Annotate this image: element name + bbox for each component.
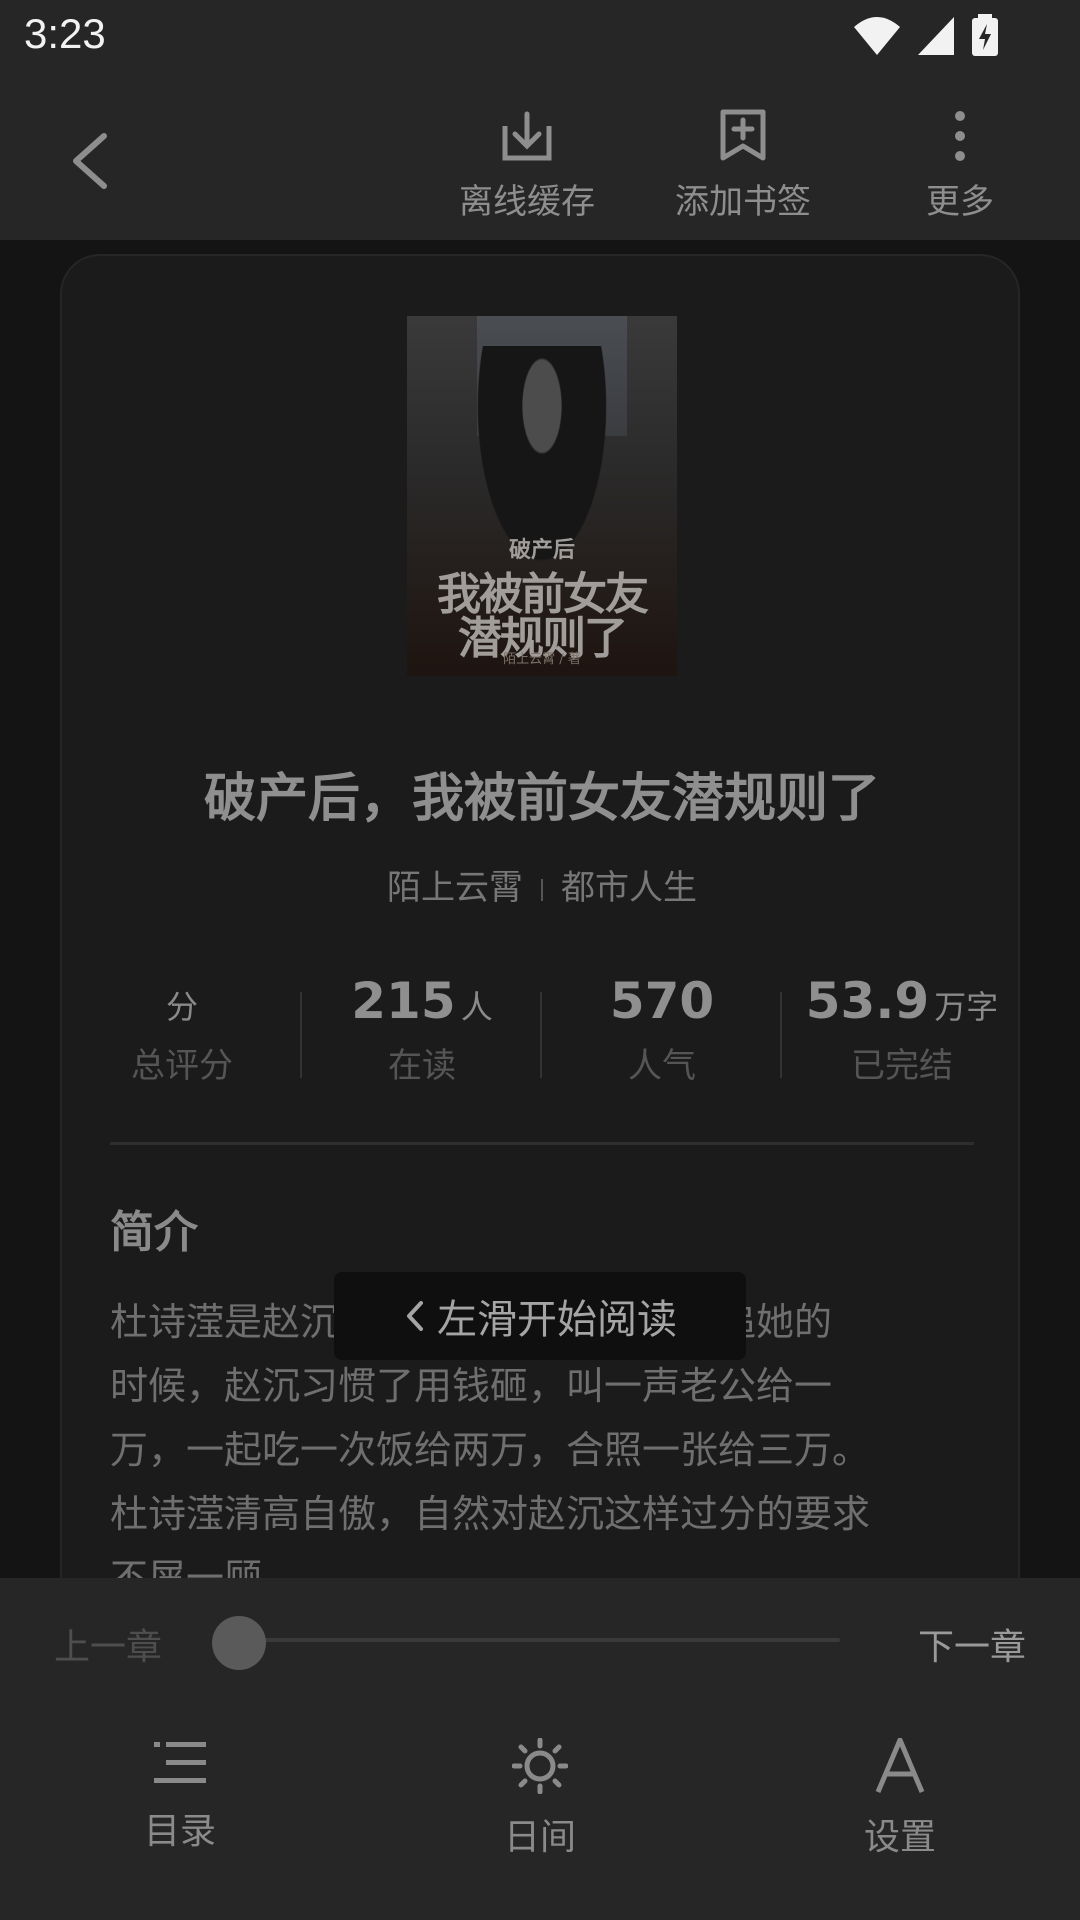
intro-line: 杜诗滢清高自傲，自然对赵沉这样过分的要求 <box>110 1492 871 1536</box>
book-info-card: 破产后 我被前女友 潜规则了 陌上云霄 / 著 破产后，我被前女友潜规则了 陌上… <box>60 254 1020 1654</box>
offline-cache-button[interactable]: 离线缓存 <box>452 108 602 223</box>
settings-label: 设置 <box>863 1817 936 1858</box>
book-category[interactable]: 都市人生 <box>561 868 697 908</box>
battery-charging-icon <box>972 14 998 56</box>
toc-button[interactable]: 目录 <box>80 1738 280 1854</box>
swipe-hint-toast: 左滑开始阅读 <box>334 1272 746 1360</box>
swipe-hint-text: 左滑开始阅读 <box>437 1297 677 1343</box>
offline-cache-label: 离线缓存 <box>459 182 595 222</box>
intro-heading: 简介 <box>110 1207 198 1258</box>
stat-unit: 分 <box>165 988 198 1026</box>
add-bookmark-label: 添加书签 <box>675 182 811 222</box>
bookmark-add-icon <box>720 109 766 161</box>
day-mode-label: 日间 <box>503 1817 576 1858</box>
stat-label: 在读 <box>388 1046 456 1086</box>
top-toolbar: 离线缓存 添加书签 更多 <box>0 76 1080 240</box>
stat-word-count: 53.9 万字 已完结 <box>782 972 1022 1087</box>
add-bookmark-button[interactable]: 添加书签 <box>668 108 818 223</box>
book-meta: 陌上云霄 都市人生 <box>62 860 1022 909</box>
settings-button[interactable]: 设置 <box>800 1737 1000 1860</box>
stat-value: 215 <box>351 972 456 1030</box>
status-time: 3:23 <box>24 10 106 57</box>
section-divider <box>110 1142 974 1145</box>
back-button[interactable] <box>60 126 120 196</box>
day-mode-button[interactable]: 日间 <box>440 1737 640 1860</box>
book-author[interactable]: 陌上云霄 <box>387 868 523 908</box>
stat-label: 人气 <box>628 1046 696 1086</box>
signal-icon <box>918 17 954 55</box>
slider-thumb[interactable] <box>212 1616 266 1670</box>
stat-value: 53.9 <box>805 972 930 1030</box>
status-icons <box>852 14 1000 58</box>
sun-icon <box>511 1737 569 1795</box>
book-stats: 分 总评分 215 人 在读 570 人气 53.9 万字 已完结 <box>62 972 1022 1086</box>
stat-rating: 分 总评分 <box>62 972 302 1087</box>
stat-label: 总评分 <box>131 1046 233 1086</box>
meta-divider <box>541 878 543 901</box>
intro-line: 时候，赵沉习惯了用钱砸，叫一声老公给一 <box>110 1364 833 1408</box>
more-label: 更多 <box>926 182 994 222</box>
stat-unit: 人 <box>460 988 493 1026</box>
book-cover[interactable]: 破产后 我被前女友 潜规则了 陌上云霄 / 著 <box>407 316 677 676</box>
more-vertical-icon <box>955 111 965 161</box>
wifi-icon <box>854 17 900 55</box>
stat-value: 570 <box>609 972 715 1030</box>
stat-label: 已完结 <box>851 1046 953 1086</box>
intro-line: 万，一起吃一次饭给两万，合照一张给三万。 <box>110 1428 871 1472</box>
stat-reading: 215 人 在读 <box>302 972 542 1087</box>
status-bar: 3:23 <box>0 0 1080 76</box>
font-icon <box>875 1737 925 1793</box>
list-icon <box>154 1742 206 1783</box>
toc-label: 目录 <box>143 1811 216 1852</box>
stat-popularity: 570 人气 <box>542 972 782 1087</box>
download-icon <box>502 111 552 161</box>
chevron-left-icon <box>407 1301 423 1331</box>
prev-chapter-button[interactable]: 上一章 <box>54 1618 162 1670</box>
cover-author: 陌上云霄 / 著 <box>503 652 581 667</box>
book-title: 破产后，我被前女友潜规则了 <box>203 769 880 829</box>
next-chapter-button[interactable]: 下一章 <box>918 1618 1026 1670</box>
reader-control-panel: 上一章 下一章 目录 日间 设置 <box>0 1578 1080 1920</box>
more-button[interactable]: 更多 <box>900 108 1020 223</box>
chevron-left-icon <box>73 133 107 189</box>
stat-unit: 万字 <box>934 988 999 1026</box>
chapter-progress-slider[interactable] <box>240 1638 840 1642</box>
